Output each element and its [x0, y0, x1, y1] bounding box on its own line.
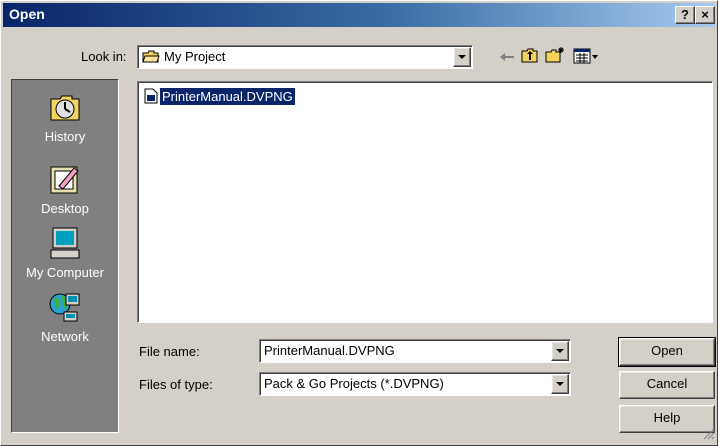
- place-desktop-label: Desktop: [41, 201, 89, 216]
- file-name-combo[interactable]: PrinterManual.DVPNG: [259, 339, 571, 363]
- look-in-combo[interactable]: My Project: [137, 45, 473, 69]
- file-type-combo[interactable]: Pack & Go Projects (*.DVPNG): [259, 372, 571, 396]
- look-in-value: My Project: [164, 49, 226, 64]
- place-history-label: History: [44, 129, 86, 144]
- chevron-down-icon: [458, 55, 466, 59]
- open-dialog: Open ? × Look in: My Project History Des…: [0, 0, 718, 446]
- place-network[interactable]: Network: [12, 290, 118, 344]
- place-network-label: Network: [41, 329, 89, 344]
- file-name: PrinterManual.DVPNG: [159, 87, 296, 106]
- places-bar: History Desktop My Computer Network: [11, 79, 119, 433]
- resize-grip-icon[interactable]: [703, 428, 715, 443]
- look-in-dropdown-button[interactable]: [453, 47, 471, 67]
- cancel-button[interactable]: Cancel: [619, 371, 715, 399]
- open-button[interactable]: Open: [618, 337, 716, 367]
- file-name-label: File name:: [139, 344, 200, 359]
- list-item[interactable]: PrinterManual.DVPNG: [144, 87, 296, 107]
- window-title: Open: [9, 6, 45, 22]
- folder-open-icon: [142, 50, 160, 67]
- place-my-computer[interactable]: My Computer: [12, 226, 118, 280]
- file-type-label: Files of type:: [139, 377, 213, 392]
- desktop-icon: [12, 162, 118, 199]
- history-icon: [12, 90, 118, 127]
- place-history[interactable]: History: [12, 90, 118, 144]
- look-in-label: Look in:: [81, 49, 127, 64]
- look-in-label-text: Look in:: [81, 49, 127, 64]
- file-list[interactable]: PrinterManual.DVPNG: [137, 81, 713, 323]
- network-icon: [12, 290, 118, 327]
- file-name-dropdown-button[interactable]: [551, 341, 569, 361]
- place-my-computer-label: My Computer: [25, 265, 105, 280]
- chevron-down-icon: [556, 382, 564, 386]
- file-type-value: Pack & Go Projects (*.DVPNG): [264, 376, 444, 391]
- computer-icon: [12, 226, 118, 263]
- view-menu-icon[interactable]: [573, 48, 599, 67]
- file-type-dropdown-button[interactable]: [551, 374, 569, 394]
- help-title-button[interactable]: ?: [675, 6, 695, 24]
- back-icon[interactable]: [499, 51, 515, 66]
- document-icon: [144, 88, 158, 107]
- close-title-button[interactable]: ×: [695, 6, 715, 24]
- help-button[interactable]: Help: [619, 405, 715, 433]
- chevron-down-icon: [556, 349, 564, 353]
- new-folder-icon[interactable]: [545, 46, 565, 67]
- up-folder-icon[interactable]: [521, 48, 539, 67]
- file-name-input[interactable]: PrinterManual.DVPNG: [264, 343, 395, 358]
- title-bar[interactable]: Open ? ×: [3, 3, 715, 27]
- place-desktop[interactable]: Desktop: [12, 162, 118, 216]
